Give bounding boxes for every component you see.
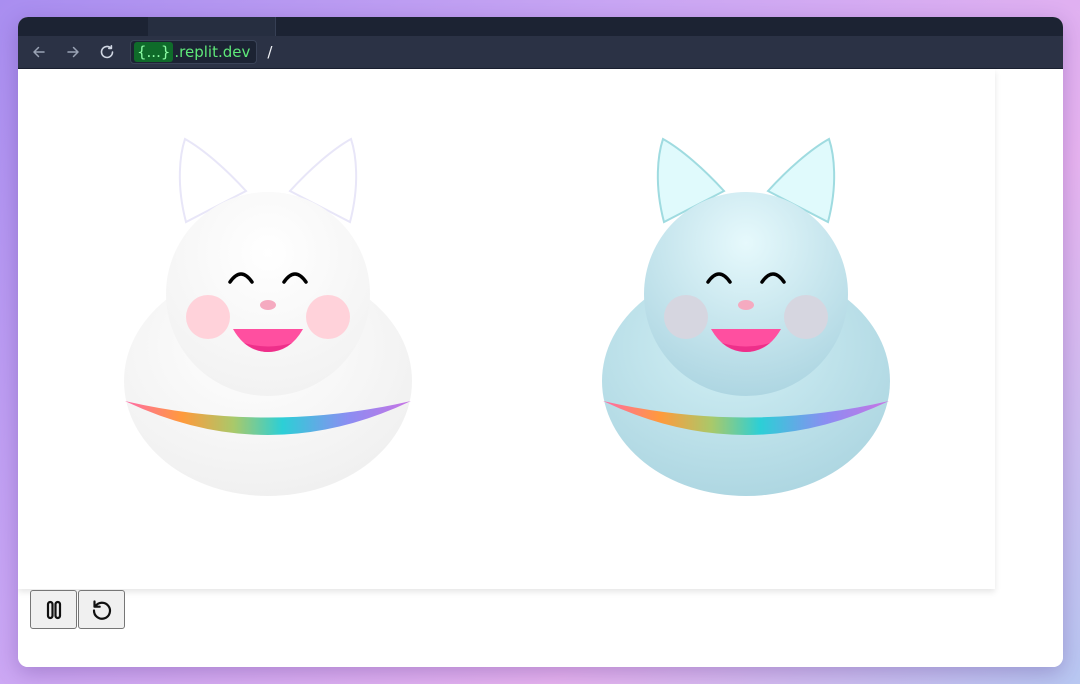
browser-tab[interactable]	[148, 17, 276, 36]
url-path[interactable]: /	[267, 43, 272, 61]
restart-icon	[92, 599, 111, 620]
right-cheek	[306, 295, 350, 339]
reload-icon	[100, 45, 114, 59]
white-cat	[124, 137, 412, 496]
browser-window: {...} .replit.dev /	[18, 17, 1063, 667]
blue-cat	[602, 137, 890, 496]
cat-head	[644, 192, 848, 396]
tab-strip	[18, 17, 1063, 36]
url-bar[interactable]: {...} .replit.dev	[130, 40, 258, 64]
restart-button[interactable]	[78, 590, 125, 629]
url-host: .replit.dev	[174, 43, 251, 61]
pause-button[interactable]	[30, 590, 77, 629]
browser-toolbar: {...} .replit.dev /	[18, 36, 1063, 69]
left-cheek	[664, 295, 708, 339]
cat-nose	[738, 300, 754, 310]
left-cheek	[186, 295, 230, 339]
reload-button[interactable]	[96, 41, 118, 63]
arrow-left-icon	[33, 46, 45, 58]
url-badge: {...}	[134, 42, 174, 62]
page-viewport	[18, 69, 1063, 667]
back-button[interactable]	[28, 41, 50, 63]
right-cheek	[784, 295, 828, 339]
arrow-right-icon	[67, 46, 79, 58]
forward-button[interactable]	[62, 41, 84, 63]
animation-controls	[30, 590, 125, 629]
pause-icon	[46, 600, 61, 619]
cat-nose	[260, 300, 276, 310]
animation-canvas	[18, 69, 995, 589]
cat-head	[166, 192, 370, 396]
